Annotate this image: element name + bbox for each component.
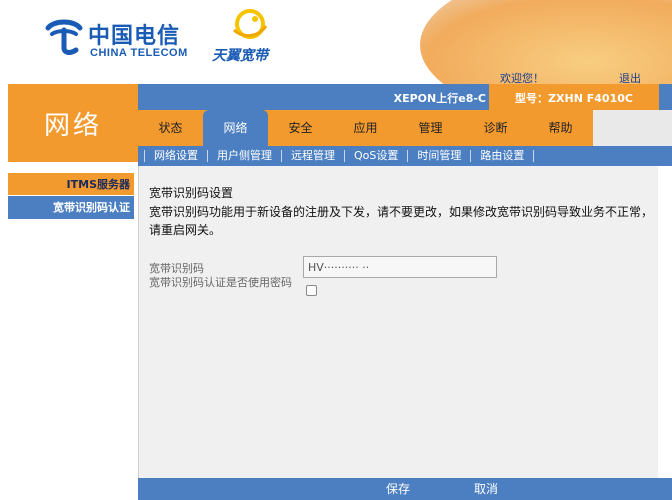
auth-password-checkbox[interactable] [306,285,317,296]
sub-brand-name: 天翼宽带 [212,48,268,64]
bottom-bar: 保存 取消 [138,478,672,500]
save-button[interactable]: 保存 [378,478,418,500]
broadband-code-input[interactable] [303,256,497,278]
brand-name-en: CHINA TELECOM [90,47,188,59]
subnav-user-side-management[interactable]: 用户侧管理 [207,150,281,162]
tianyi-broadband-logo: 天翼宽带 [210,8,290,64]
tab-diagnosis[interactable]: 诊断 [463,110,528,146]
broadband-code-label: 宽带识别码 [149,262,204,275]
subnav-network-settings[interactable]: 网络设置 [144,150,207,162]
side-item-itms-server[interactable]: ITMS服务器 [8,173,134,196]
header: 中国电信 CHINA TELECOM 天翼宽带 欢迎您！ 退出 [0,0,672,84]
sub-nav: 网络设置 用户侧管理 远程管理 QoS设置 时间管理 路由设置 [138,146,672,166]
china-telecom-logo: 中国电信 CHINA TELECOM [44,14,192,60]
brand-name-cn: 中国电信 [88,24,181,49]
subnav-time-management[interactable]: 时间管理 [407,150,470,162]
tab-network[interactable]: 网络 [203,110,268,146]
subnav-qos-settings[interactable]: QoS设置 [344,150,407,162]
tab-management[interactable]: 管理 [398,110,463,146]
side-item-broadband-code-auth[interactable]: 宽带识别码认证 [8,196,134,219]
tianyi-logo-icon [232,9,268,39]
bottom-left-spacer [0,478,138,500]
china-telecom-logo-icon [45,19,83,55]
tab-application[interactable]: 应用 [333,110,398,146]
tab-security[interactable]: 安全 [268,110,333,146]
tabs-filler [593,110,672,146]
side-nav: ITMS服务器 宽带识别码认证 [8,173,134,219]
tab-status[interactable]: 状态 [138,110,203,146]
content-description: 宽带识别码功能用于新设备的注册及下发，请不要更改，如果修改宽带识别码导致业务不正… [149,205,654,237]
device-model: 型号：ZXHN F4010C [489,84,659,111]
main-tabs: 状态 网络 安全 应用 管理 诊断 帮助 [138,110,672,146]
content-panel: 宽带识别码设置 宽带识别码功能用于新设备的注册及下发，请不要更改，如果修改宽带识… [138,166,658,478]
device-label: XEPON上行e8-C [393,92,486,105]
subnav-route-settings[interactable]: 路由设置 [470,150,535,162]
content-title: 宽带识别码设置 [149,186,234,200]
auth-password-label: 宽带识别码认证是否使用密码 [149,276,292,289]
tab-help[interactable]: 帮助 [528,110,593,146]
cancel-button[interactable]: 取消 [466,478,506,500]
section-title: 网络 [8,84,138,162]
welcome-text: 欢迎您！ [500,72,544,84]
subnav-remote-management[interactable]: 远程管理 [281,150,344,162]
logout-link[interactable]: 退出 [619,70,641,84]
